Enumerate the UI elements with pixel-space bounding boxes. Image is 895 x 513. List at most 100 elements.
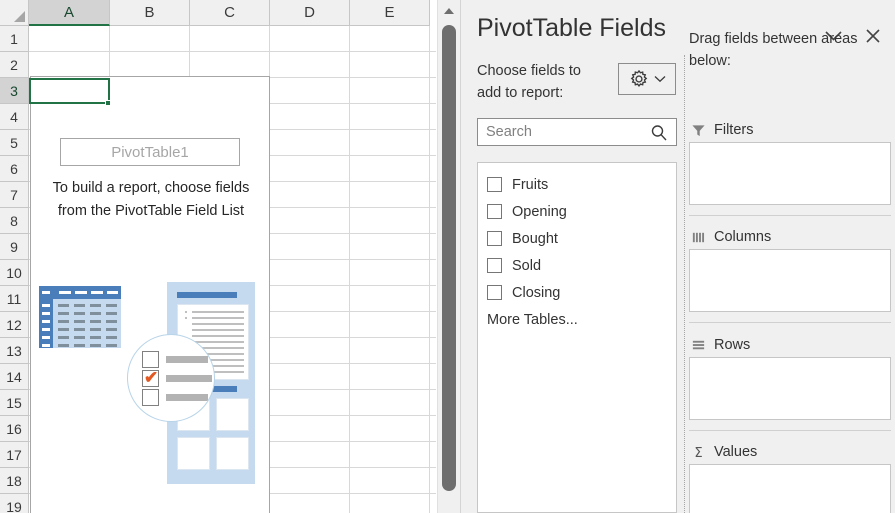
row-header-2[interactable]: 2 [0,52,29,78]
area-title: Filters [714,122,754,138]
table-icon-dash [106,328,117,331]
table-icon-dash [106,312,117,315]
area-separator [689,215,891,216]
area-title: Columns [714,229,772,245]
field-checkbox-bought[interactable] [487,231,502,246]
search-field-container[interactable] [477,118,677,146]
row-header-3[interactable]: 3 [0,78,29,104]
column-header-b[interactable]: B [110,0,190,26]
choose-fields-line2: add to report: [477,85,564,101]
search-icon[interactable] [648,122,670,144]
field-checkbox-opening[interactable] [487,204,502,219]
row-header-column: 1234567891011121314151617181920 [0,26,29,513]
row-header-19[interactable]: 19 [0,494,29,513]
table-icon-dash [90,328,101,331]
field-list-tools-button[interactable] [618,63,676,95]
fill-handle[interactable] [105,100,111,106]
field-label: Bought [512,230,558,247]
mock-dot [185,317,187,319]
select-all-corner-button[interactable] [0,0,29,26]
more-tables-link[interactable]: More Tables... [478,306,676,333]
field-list-item-opening[interactable]: Opening [478,198,676,225]
row-header-10[interactable]: 10 [0,260,29,286]
mock-line [192,317,244,319]
row-header-1[interactable]: 1 [0,26,29,52]
table-icon-dash [74,344,85,347]
area-dropzone-columns[interactable] [689,249,891,312]
excel-pivottable-screen: ABCDE 1234567891011121314151617181920 Pi… [0,0,895,513]
field-list-box[interactable]: Fruits Opening Bought Sold Closing More Table… [477,162,677,513]
column-header-e[interactable]: E [350,0,430,26]
table-icon-dash [106,304,117,307]
field-checkbox-closing[interactable] [487,285,502,300]
field-label: Closing [512,284,561,301]
pivottable-placeholder[interactable]: PivotTable1 To build a report, choose fi… [30,76,270,513]
row-header-7[interactable]: 7 [0,182,29,208]
selected-cell-a3[interactable] [29,78,110,104]
row-header-18[interactable]: 18 [0,468,29,494]
table-icon-dash [74,304,85,307]
vertical-scrollbar[interactable] [437,0,460,513]
scroll-up-arrow-icon[interactable] [438,0,460,22]
row-header-16[interactable]: 16 [0,416,29,442]
mock-area-box-3 [177,437,210,470]
field-list-item-fruits[interactable]: Fruits [478,171,676,198]
column-header-a[interactable]: A [29,0,110,26]
illustration-checkbox [142,389,159,406]
row-header-11[interactable]: 11 [0,286,29,312]
worksheet-grid-area[interactable]: ABCDE 1234567891011121314151617181920 Pi… [0,0,436,513]
mock-line [192,341,244,343]
field-checkbox-fruits[interactable] [487,177,502,192]
row-header-5[interactable]: 5 [0,130,29,156]
data-table-icon [39,286,121,348]
row-header-12[interactable]: 12 [0,312,29,338]
illustration-field-label [166,375,212,382]
mock-area-box-2 [216,398,249,431]
row-header-9[interactable]: 9 [0,234,29,260]
table-icon-dash [42,304,50,307]
column-header-c[interactable]: C [190,0,270,26]
row-header-8[interactable]: 8 [0,208,29,234]
field-label: Sold [512,257,542,274]
table-icon-dash [74,312,85,315]
gridline-vertical [429,26,430,513]
column-header-row: ABCDE [29,0,436,26]
cell-grid[interactable]: PivotTable1 To build a report, choose fi… [29,26,436,513]
magnifier-glyph [651,125,667,141]
area-columns: Columns [689,225,891,312]
field-checkbox-sold[interactable] [487,258,502,273]
table-icon-dash [75,291,87,294]
field-list-item-sold[interactable]: Sold [478,252,676,279]
illustration-field-label [166,356,208,363]
field-label: Fruits [512,176,549,193]
table-icon-dash [58,328,69,331]
sigma-icon: Σ [691,445,706,461]
field-list-item-bought[interactable]: Bought [478,225,676,252]
mock-line [192,329,244,331]
field-list-item-closing[interactable]: Closing [478,279,676,306]
area-dropzone-values[interactable] [689,464,891,513]
mock-line [192,335,244,337]
row-header-14[interactable]: 14 [0,364,29,390]
row-header-6[interactable]: 6 [0,156,29,182]
pane-splitter[interactable] [684,55,686,513]
area-dropzone-filters[interactable] [689,142,891,205]
pivottable-fields-pane: PivotTable Fields Choose fields to add t… [460,0,895,513]
column-header-d[interactable]: D [270,0,350,26]
row-header-4[interactable]: 4 [0,104,29,130]
chevron-down-icon [654,76,666,83]
scrollbar-thumb[interactable] [442,25,456,491]
search-input[interactable] [478,120,646,144]
pivottable-hint-line1: To build a report, choose fields [52,180,250,196]
table-icon-dash [90,320,101,323]
table-icon-dash [90,336,101,339]
area-separator [689,322,891,323]
area-dropzone-rows[interactable] [689,357,891,420]
row-header-13[interactable]: 13 [0,338,29,364]
row-header-17[interactable]: 17 [0,442,29,468]
illustration-checkmark-icon: ✔ [144,368,159,387]
svg-text:Σ: Σ [694,446,702,460]
row-header-15[interactable]: 15 [0,390,29,416]
mock-line [192,323,244,325]
pivottable-hint-text: To build a report, choose fields from th… [31,177,271,223]
